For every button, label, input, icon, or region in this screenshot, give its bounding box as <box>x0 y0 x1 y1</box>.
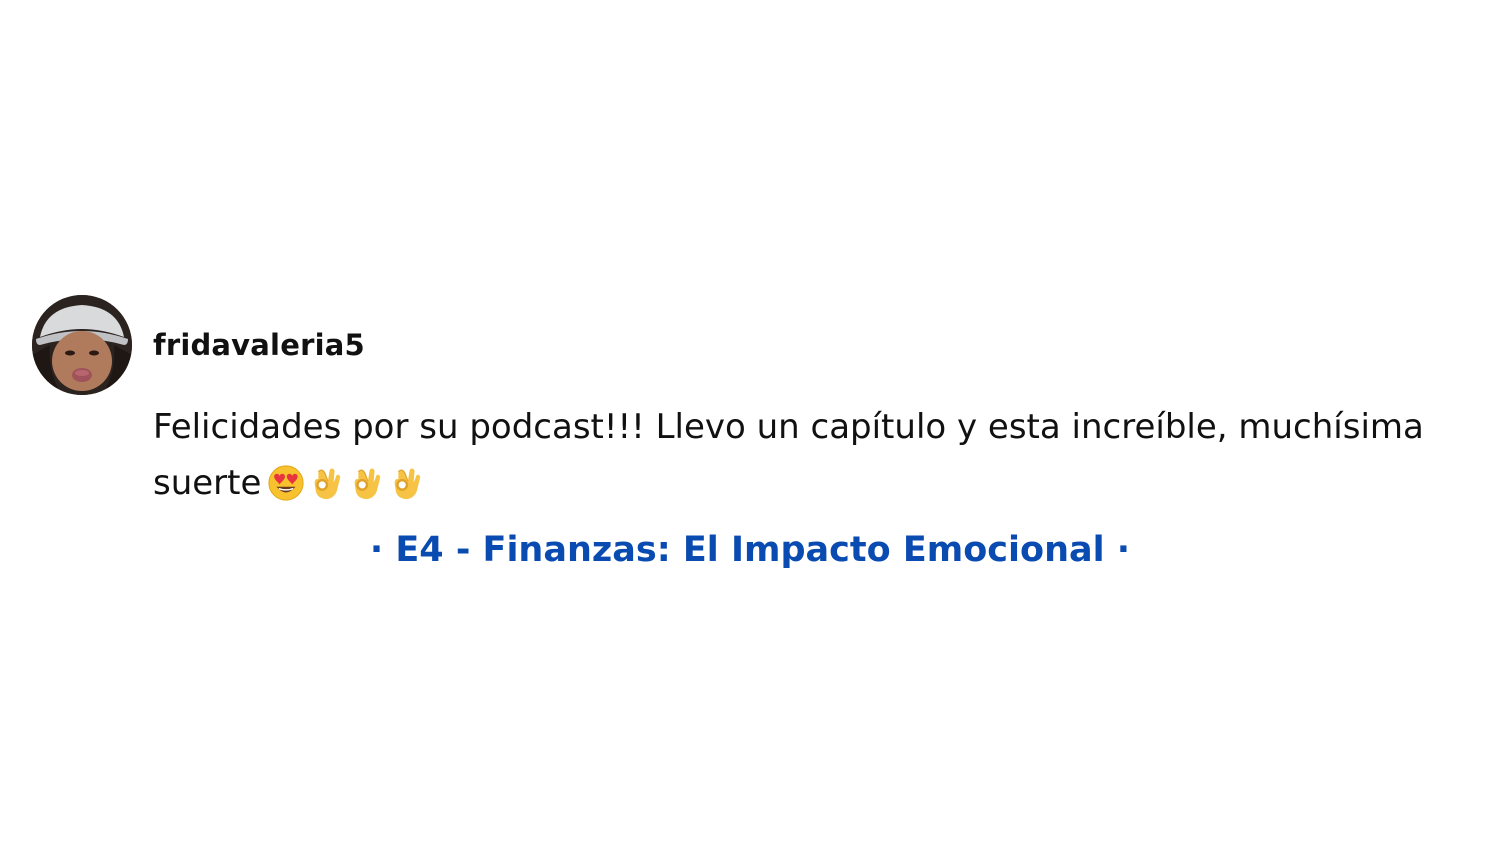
comment-card: fridavaleria5 Felicidades por su podcast… <box>32 295 1482 515</box>
comment-text: Felicidades por su podcast!!! Llevo un c… <box>153 399 1493 513</box>
ok-hand-icon <box>355 468 381 500</box>
avatar-photo <box>32 295 132 395</box>
emoji-row <box>267 454 427 510</box>
ok-hand-icon <box>315 468 341 500</box>
heart-eyes-face-icon <box>268 465 304 501</box>
comment-username[interactable]: fridavaleria5 <box>153 328 365 362</box>
episode-title-link[interactable]: · E4 - Finanzas: El Impacto Emocional · <box>0 530 1500 570</box>
avatar[interactable] <box>32 295 132 395</box>
ok-hand-icon <box>395 468 421 500</box>
